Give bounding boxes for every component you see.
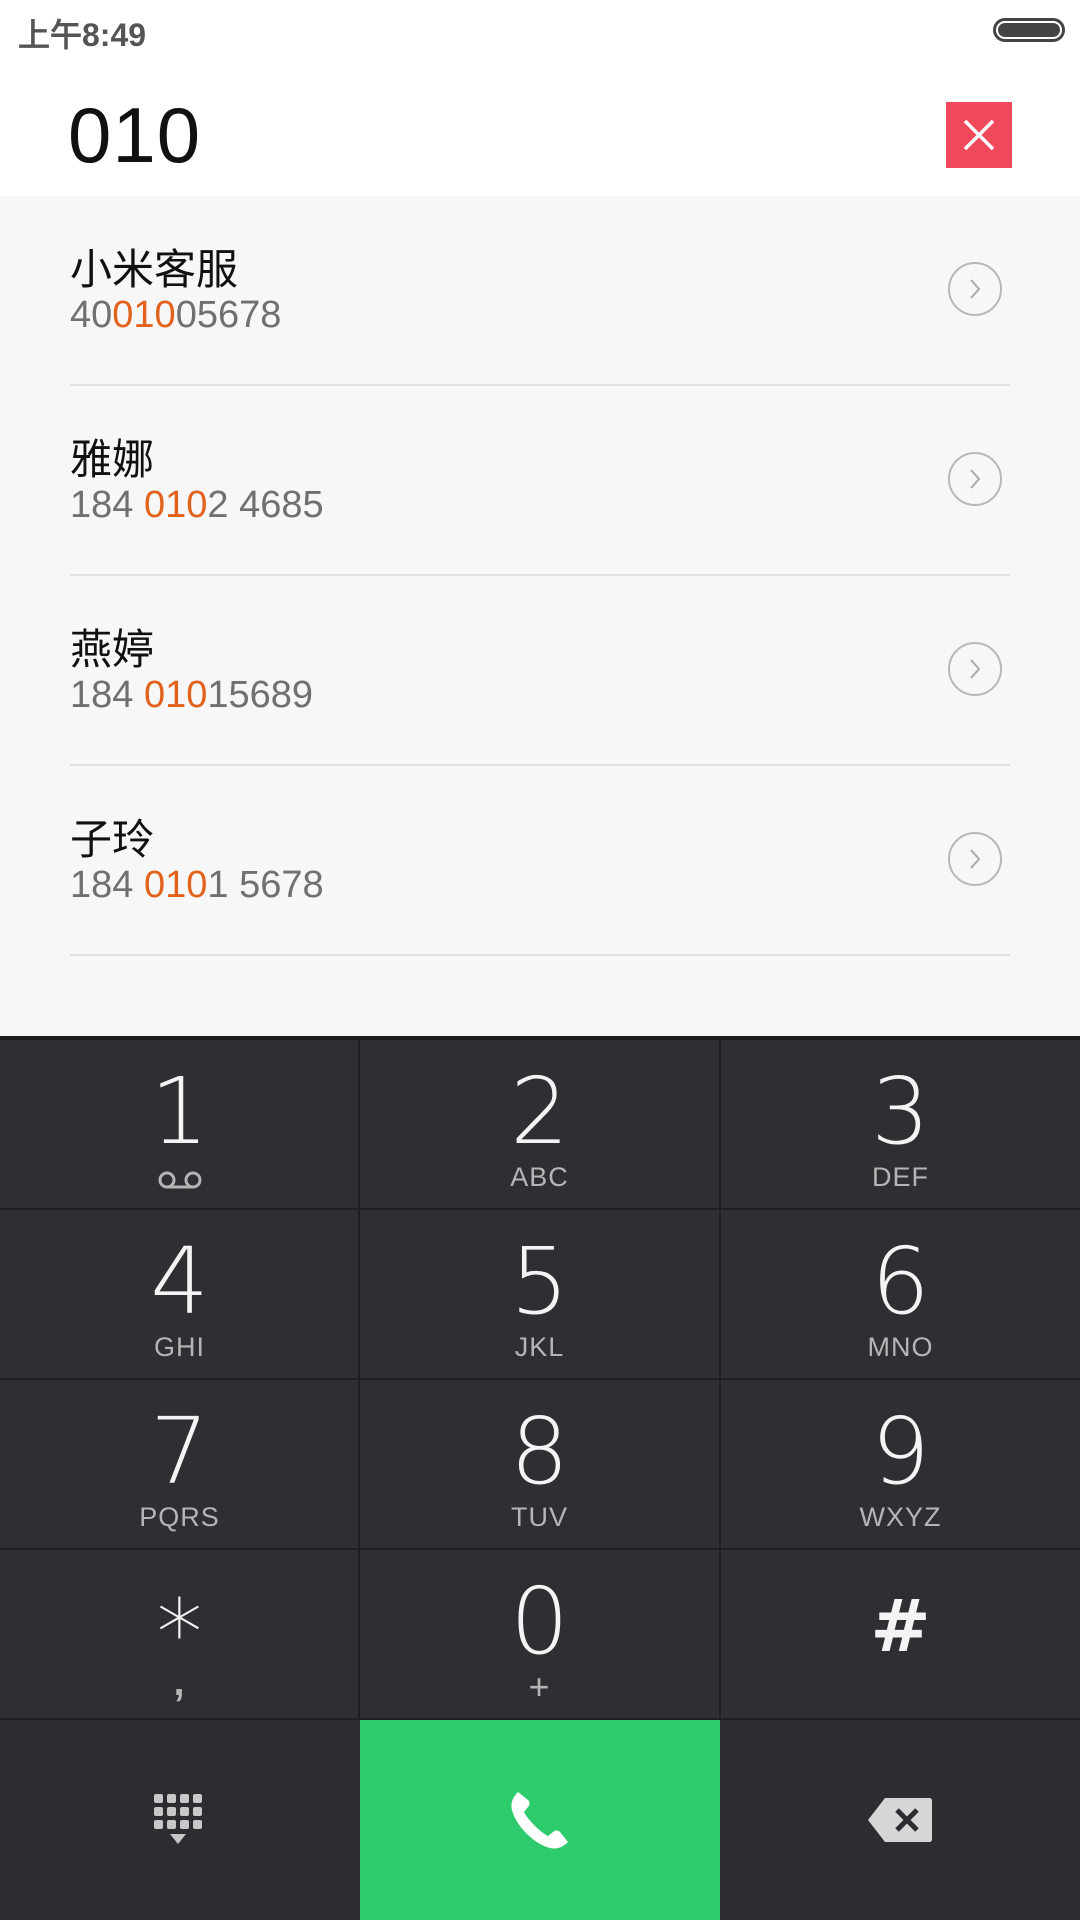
key-letters: , xyxy=(173,1660,186,1704)
dialer-actions xyxy=(0,1720,1080,1920)
key-digit: 1 xyxy=(150,1058,209,1165)
number-prefix: 40 xyxy=(70,294,113,336)
contact-row[interactable]: 子玲 184 0101 5678 xyxy=(70,766,1010,956)
number-suffix: 2 4685 xyxy=(207,484,324,526)
contact-number: 184 0101 5678 xyxy=(70,864,324,907)
key-digit: 4 xyxy=(150,1228,209,1335)
keypad-divider xyxy=(0,1378,1080,1380)
contact-row[interactable]: 雅娜 184 0102 4685 xyxy=(70,386,1010,576)
key-7[interactable]: 7 PQRS xyxy=(0,1380,359,1548)
status-bar: 上午8:49 xyxy=(0,0,1080,60)
close-icon xyxy=(963,119,995,151)
key-0[interactable]: 0 + xyxy=(360,1550,719,1718)
key-5[interactable]: 5 JKL xyxy=(360,1210,719,1378)
keypad-divider xyxy=(719,1040,721,1720)
contact-results-list: 小米客服 4001005678 雅娜 184 0102 4685 燕婷 184 … xyxy=(0,196,1080,1036)
chevron-right-icon xyxy=(970,849,981,869)
key-letters: TUV xyxy=(511,1502,568,1532)
clear-button[interactable] xyxy=(946,102,1012,168)
key-digit: 8 xyxy=(510,1398,569,1505)
status-time: 上午8:49 xyxy=(18,17,147,53)
contact-number: 4001005678 xyxy=(70,294,281,337)
key-letters: DEF xyxy=(872,1162,929,1192)
contact-detail-button[interactable] xyxy=(948,642,1002,696)
battery-level xyxy=(998,23,1060,37)
battery-icon xyxy=(993,18,1065,42)
key-3[interactable]: 3 DEF xyxy=(721,1040,1080,1208)
contact-number: 184 0102 4685 xyxy=(70,484,324,527)
backspace-icon xyxy=(868,1798,932,1842)
dialed-number[interactable]: 010 xyxy=(68,90,201,181)
key-6[interactable]: 6 MNO xyxy=(721,1210,1080,1378)
key-digit: 6 xyxy=(871,1228,930,1335)
number-display: 010 xyxy=(0,60,1080,196)
contact-name: 雅娜 xyxy=(70,435,155,484)
contact-name: 燕婷 xyxy=(70,625,155,674)
chevron-right-icon xyxy=(970,659,981,679)
key-letters: ABC xyxy=(510,1162,569,1192)
key-8[interactable]: 8 TUV xyxy=(360,1380,719,1548)
key-letters: GHI xyxy=(153,1332,205,1362)
dialpad-icon xyxy=(154,1794,202,1844)
backspace-button[interactable] xyxy=(720,1720,1080,1920)
key-digit: 3 xyxy=(871,1058,930,1165)
number-suffix: 1 5678 xyxy=(207,864,324,906)
key-digit: 2 xyxy=(510,1058,569,1165)
key-letters: + xyxy=(528,1666,551,1707)
number-prefix: 184 xyxy=(70,674,144,716)
number-match: 010 xyxy=(143,864,208,906)
key-letters: MNO xyxy=(867,1332,934,1362)
key-digit: 9 xyxy=(871,1398,930,1505)
contact-detail-button[interactable] xyxy=(948,832,1002,886)
key-letters: WXYZ xyxy=(859,1502,942,1532)
number-match: 010 xyxy=(112,294,176,336)
chevron-right-icon xyxy=(970,279,981,299)
key-digit: 0 xyxy=(510,1568,569,1675)
dialpad-toggle-button[interactable] xyxy=(0,1720,360,1920)
number-prefix: 184 xyxy=(70,864,144,906)
contact-number: 184 01015689 xyxy=(70,674,313,717)
keypad-divider xyxy=(0,1548,1080,1550)
key-star[interactable]: * , xyxy=(0,1550,359,1718)
phone-icon xyxy=(511,1792,568,1849)
chevron-right-icon xyxy=(970,469,981,489)
contact-detail-button[interactable] xyxy=(948,262,1002,316)
key-9[interactable]: 9 WXYZ xyxy=(721,1380,1080,1548)
number-suffix: 15689 xyxy=(207,674,314,716)
key-digit: 5 xyxy=(510,1228,569,1335)
key-letters: JKL xyxy=(514,1332,565,1362)
contact-name: 小米客服 xyxy=(70,245,239,294)
call-button[interactable] xyxy=(360,1720,720,1920)
number-match: 010 xyxy=(143,674,208,716)
voicemail-icon xyxy=(158,1171,202,1189)
keypad-divider xyxy=(0,1208,1080,1210)
contact-name: 子玲 xyxy=(70,815,155,864)
contact-row[interactable]: 燕婷 184 01015689 xyxy=(70,576,1010,766)
contact-detail-button[interactable] xyxy=(948,452,1002,506)
key-1[interactable]: 1 xyxy=(0,1040,359,1208)
key-letters: PQRS xyxy=(139,1502,220,1532)
key-4[interactable]: 4 GHI xyxy=(0,1210,359,1378)
number-prefix: 184 xyxy=(70,484,144,526)
contact-row[interactable]: 小米客服 4001005678 xyxy=(70,196,1010,386)
key-digit: # xyxy=(870,1584,931,1668)
number-suffix: 05678 xyxy=(175,294,282,336)
key-hash[interactable]: # xyxy=(721,1550,1080,1718)
key-2[interactable]: 2 ABC xyxy=(360,1040,719,1208)
key-digit: 7 xyxy=(150,1398,209,1505)
number-match: 010 xyxy=(143,484,208,526)
keypad-divider xyxy=(358,1040,360,1720)
